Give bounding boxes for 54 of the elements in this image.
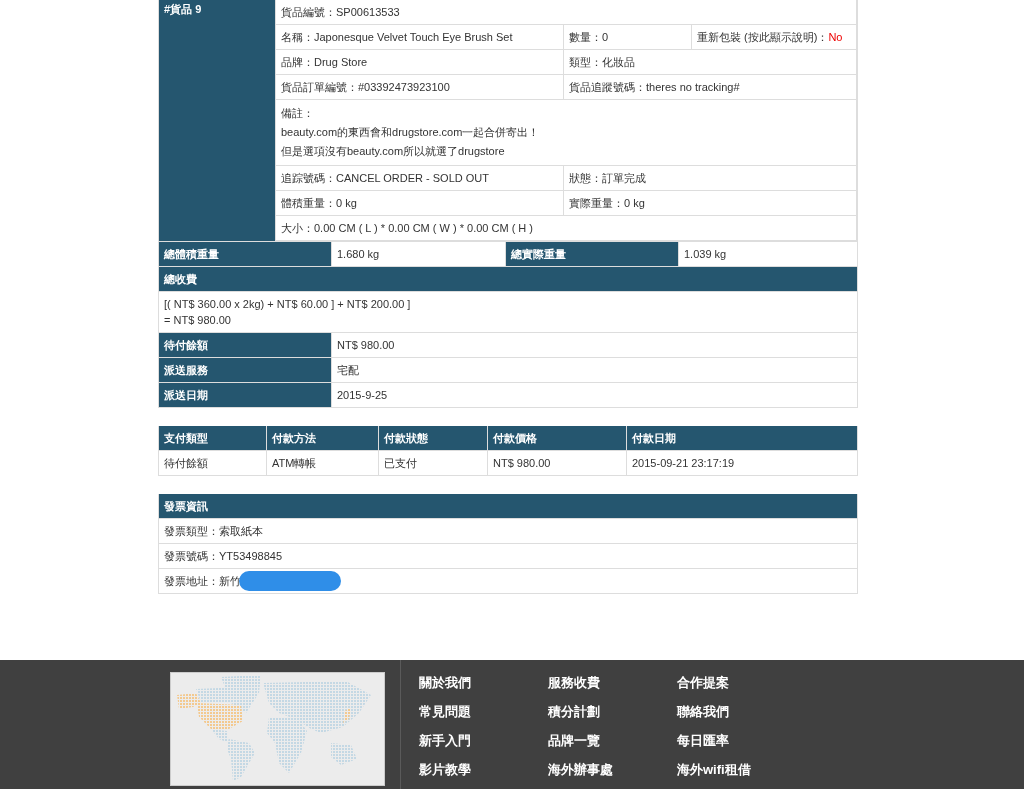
table-cell: NT$ 980.00 (488, 451, 627, 476)
note-text: beauty.com的東西會和drugstore.com一起合併寄出！ (281, 125, 540, 140)
footer-link[interactable]: 新手入門 (419, 732, 548, 750)
footer-link[interactable]: 每日匯率 (677, 732, 806, 750)
detail-cell: 類型：化妝品 (564, 50, 857, 75)
fee-formula: [( NT$ 360.00 x 2kg) + NT$ 60.00 ] + NT$ 200.00 ] (164, 298, 411, 310)
invoice-field: 發票號碼：YT53498845 (164, 548, 282, 564)
detail-cell: 品牌：Drug Store (276, 50, 564, 75)
note-text: 但是選項沒有beauty.com所以就選了drugstore (281, 144, 505, 159)
row-label: 待付餘額 (159, 333, 332, 358)
detail-cell: 實際重量：0 kg (564, 191, 857, 216)
detail-cell: 重新包裝 (按此顯示說明)：No (692, 25, 857, 50)
footer-link[interactable]: 海外辦事處 (548, 761, 677, 779)
column-header: 付款日期 (627, 426, 858, 451)
table-cell: 2015-9-25 (332, 383, 858, 408)
footer-link[interactable]: 合作提案 (677, 674, 806, 692)
row-label: 總體積重量 (159, 242, 332, 267)
footer-link[interactable]: 聯絡我們 (677, 703, 806, 721)
detail-cell: 狀態：訂單完成 (564, 166, 857, 191)
row-label: 派送日期 (159, 383, 332, 408)
column-header: 付款狀態 (379, 426, 488, 451)
section-header: 總收費 (159, 267, 858, 292)
footer-link[interactable]: 積分計劃 (548, 703, 677, 721)
detail-cell: 數量：0 (564, 25, 692, 50)
table-cell: 待付餘額 (159, 451, 267, 476)
invoice-field: 發票地址：新竹 (164, 573, 241, 589)
detail-cell: 大小：0.00 CM ( L ) * 0.00 CM ( W ) * 0.00 CM ( H ) (276, 216, 857, 241)
detail-cell: 貨品編號：SP00613533 (276, 0, 857, 25)
invoice-field: 發票類型：索取紙本 (164, 523, 263, 539)
section-header: 發票資訊 (159, 494, 858, 519)
column-header: 支付類型 (159, 426, 267, 451)
table-cell: NT$ 980.00 (332, 333, 858, 358)
detail-cell: 貨品訂單編號：#03392473923100 (276, 75, 564, 100)
column-header: 付款方法 (267, 426, 379, 451)
footer-link[interactable]: 品牌一覽 (548, 732, 677, 750)
detail-cell: 貨品追蹤號碼：theres no tracking# (564, 75, 857, 100)
detail-cell: 體積重量：0 kg (276, 191, 564, 216)
product-label: #貨品 9 (159, 0, 276, 241)
row-label: 派送服務 (159, 358, 332, 383)
table-cell: 已支付 (379, 451, 488, 476)
table-cell: 宅配 (332, 358, 858, 383)
column-header: 付款價格 (488, 426, 627, 451)
fee-formula: = NT$ 980.00 (164, 314, 231, 326)
footer-link[interactable]: 影片教學 (419, 761, 548, 779)
detail-cell: 名稱：Japonesque Velvet Touch Eye Brush Set (276, 25, 564, 50)
footer-link[interactable]: 服務收費 (548, 674, 677, 692)
table-cell: ATM轉帳 (267, 451, 379, 476)
row-label: 總實際重量 (506, 242, 679, 267)
note-label: 備註： (281, 106, 314, 121)
footer-link[interactable]: 海外wifi租借 (677, 761, 806, 779)
table-cell: 2015-09-21 23:17:19 (627, 451, 858, 476)
detail-cell: 追踪號碼：CANCEL ORDER - SOLD OUT (276, 166, 564, 191)
footer-link[interactable]: 關於我們 (419, 674, 548, 692)
footer-link[interactable]: 常見問題 (419, 703, 548, 721)
